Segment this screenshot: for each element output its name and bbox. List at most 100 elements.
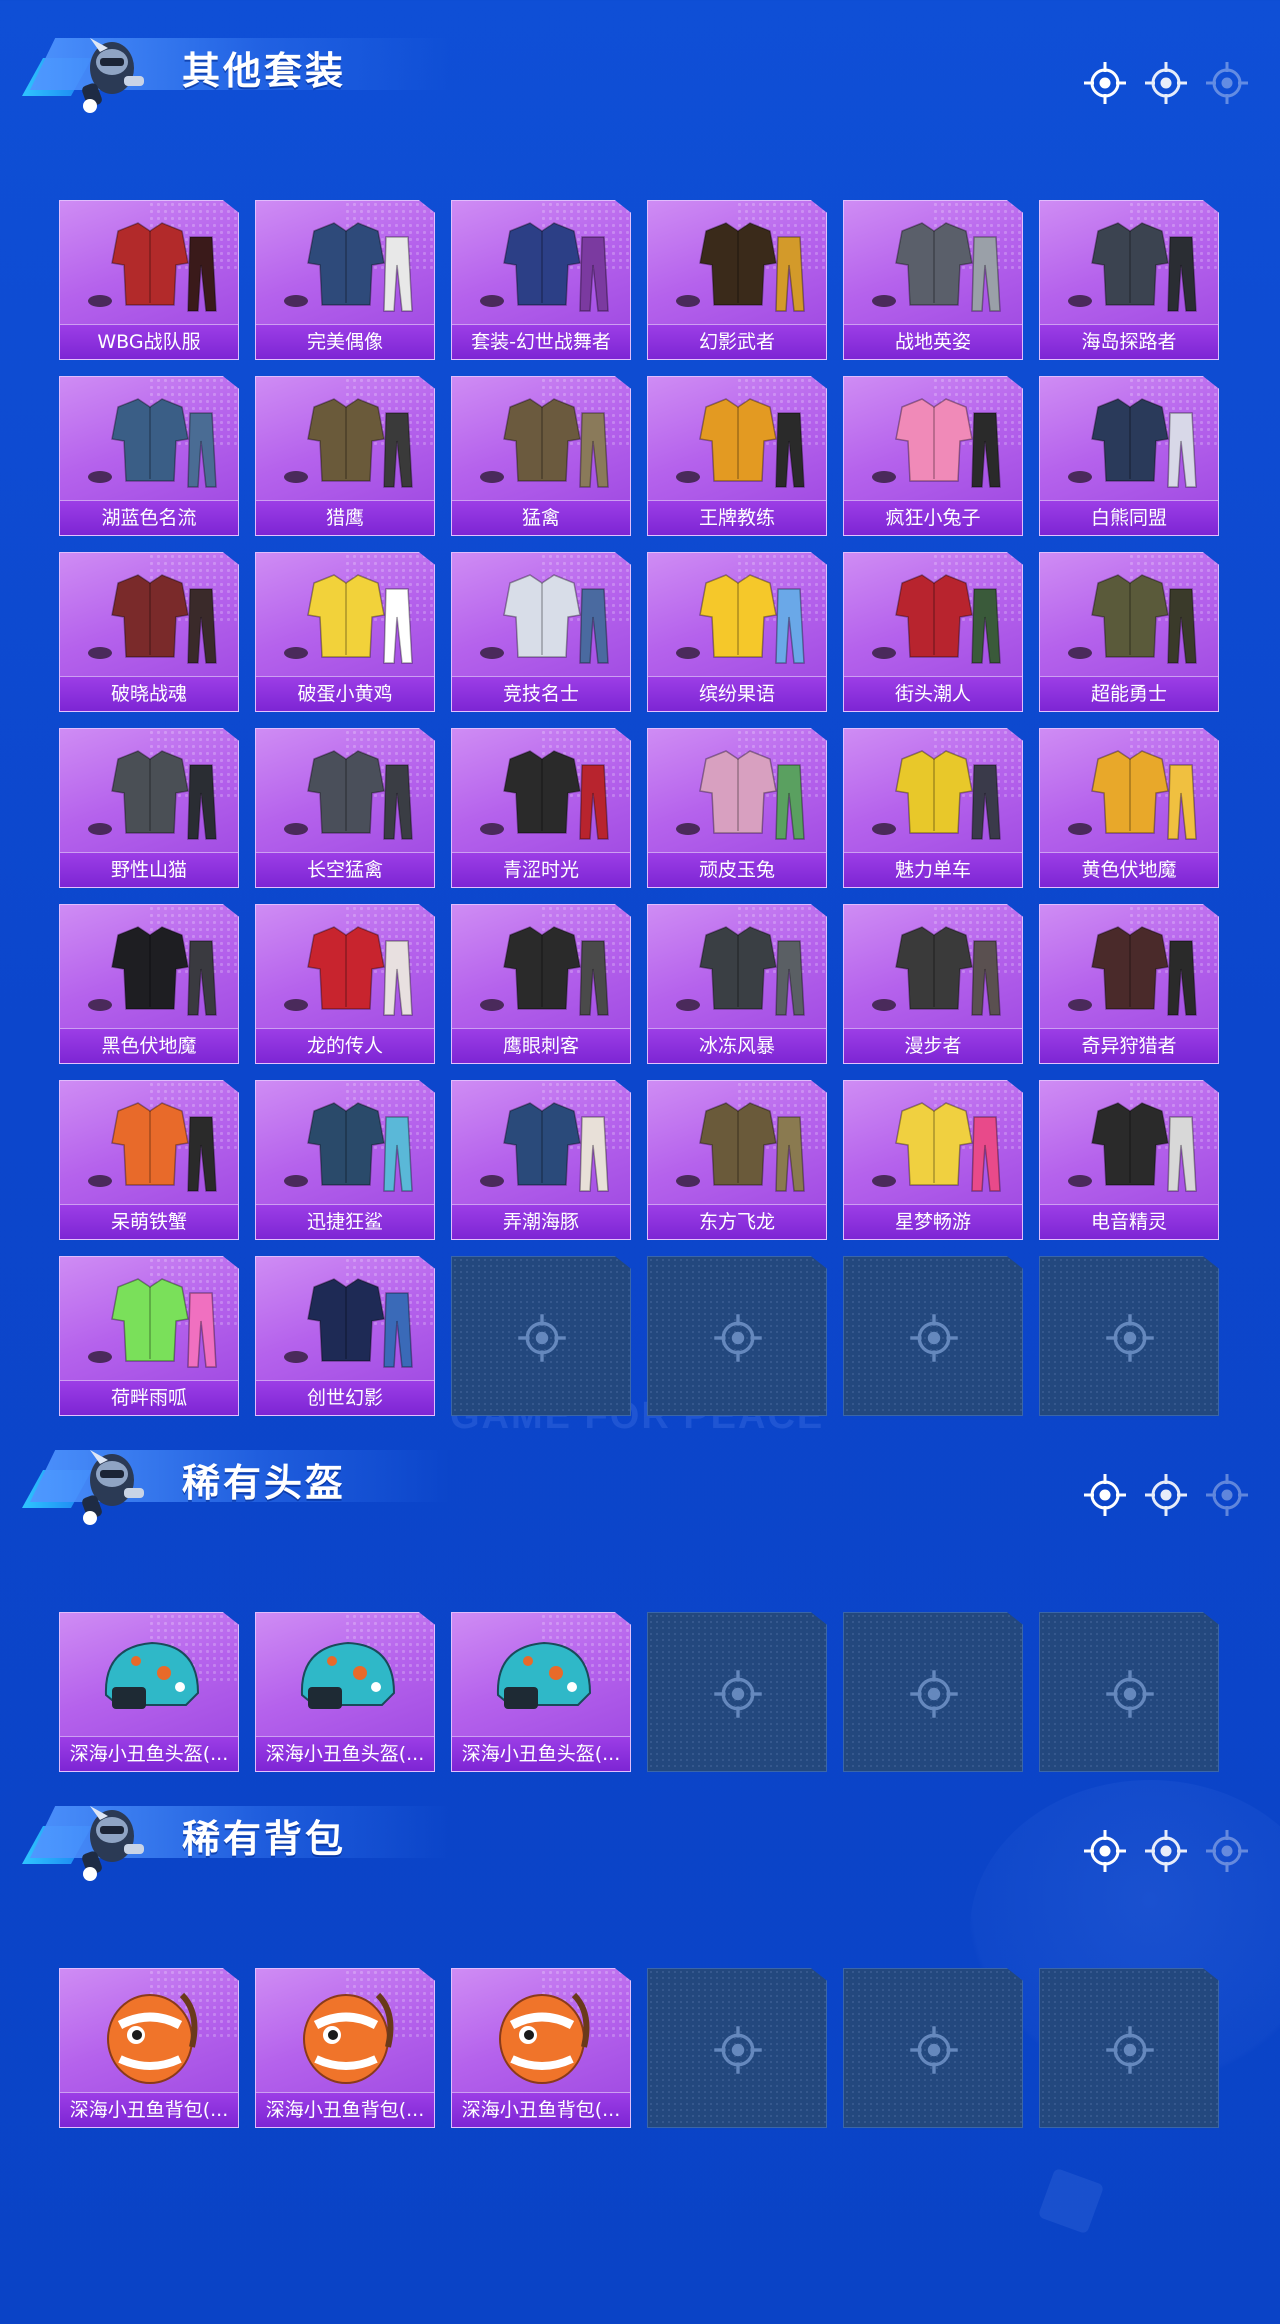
empty-slot	[647, 1612, 827, 1772]
item-name: 破蛋小黄鸡	[256, 676, 434, 711]
item-card[interactable]: 迅捷狂鲨	[255, 1080, 435, 1240]
crosshair-icon	[516, 1312, 568, 1364]
crosshair-icon	[1104, 1312, 1156, 1364]
item-card[interactable]: 漫步者	[843, 904, 1023, 1064]
empty-slot	[843, 1968, 1023, 2128]
item-name: 深海小丑鱼背包(...	[452, 2092, 630, 2127]
item-name: 青涩时光	[452, 852, 630, 887]
item-name: 竞技名士	[452, 676, 630, 711]
empty-slot	[647, 1256, 827, 1416]
helmet-image	[60, 1613, 238, 1739]
item-card[interactable]: 白熊同盟	[1039, 376, 1219, 536]
item-card[interactable]: 深海小丑鱼背包(...	[451, 1968, 631, 2128]
section-title: 其他套装	[182, 49, 347, 93]
item-card[interactable]: 黄色伏地魔	[1039, 728, 1219, 888]
outfit-image	[256, 553, 434, 679]
item-card[interactable]: 鹰眼刺客	[451, 904, 631, 1064]
item-card[interactable]: 深海小丑鱼头盔(...	[59, 1612, 239, 1772]
empty-slot	[843, 1256, 1023, 1416]
item-name: 深海小丑鱼头盔(...	[60, 1736, 238, 1771]
crosshair-icon	[908, 1668, 960, 1720]
item-name: 黄色伏地魔	[1040, 852, 1218, 887]
crosshair-icon	[1143, 60, 1189, 110]
header-icons	[1082, 1828, 1250, 1878]
item-card[interactable]: 疯狂小兔子	[843, 376, 1023, 536]
outfit-image	[844, 553, 1022, 679]
outfit-image	[648, 553, 826, 679]
item-card[interactable]: 猛禽	[451, 376, 631, 536]
item-card[interactable]: 完美偶像	[255, 200, 435, 360]
outfit-image	[256, 1257, 434, 1383]
outfit-image	[60, 553, 238, 679]
outfit-image	[452, 905, 630, 1031]
section-header: 稀有头盔	[0, 1412, 1280, 1532]
item-card[interactable]: 弄潮海豚	[451, 1080, 631, 1240]
item-card[interactable]: 青涩时光	[451, 728, 631, 888]
item-card[interactable]: 魅力单车	[843, 728, 1023, 888]
item-name: 猛禽	[452, 500, 630, 535]
item-card[interactable]: 海岛探路者	[1039, 200, 1219, 360]
item-card[interactable]: 猎鹰	[255, 376, 435, 536]
item-card[interactable]: 破蛋小黄鸡	[255, 552, 435, 712]
item-card[interactable]: 街头潮人	[843, 552, 1023, 712]
item-card[interactable]: 超能勇士	[1039, 552, 1219, 712]
crosshair-icon	[1082, 1472, 1128, 1522]
item-card[interactable]: 缤纷果语	[647, 552, 827, 712]
outfit-image	[452, 553, 630, 679]
outfit-image	[1040, 553, 1218, 679]
outfit-image	[452, 377, 630, 503]
outfit-image	[60, 1081, 238, 1207]
mascot-icon	[60, 18, 160, 118]
outfit-image	[452, 201, 630, 327]
item-card[interactable]: 竞技名士	[451, 552, 631, 712]
item-card[interactable]: 战地英姿	[843, 200, 1023, 360]
item-card[interactable]: 深海小丑鱼背包(...	[59, 1968, 239, 2128]
item-card[interactable]: 星梦畅游	[843, 1080, 1023, 1240]
item-card[interactable]: 深海小丑鱼头盔(...	[451, 1612, 631, 1772]
item-name: 街头潮人	[844, 676, 1022, 711]
item-name: 湖蓝色名流	[60, 500, 238, 535]
outfit-image	[452, 1081, 630, 1207]
item-card[interactable]: 冰冻风暴	[647, 904, 827, 1064]
item-card[interactable]: 东方飞龙	[647, 1080, 827, 1240]
item-card[interactable]: 湖蓝色名流	[59, 376, 239, 536]
outfit-image	[1040, 377, 1218, 503]
empty-slot	[1039, 1256, 1219, 1416]
item-name: 星梦畅游	[844, 1204, 1022, 1239]
item-card[interactable]: 套装-幻世战舞者	[451, 200, 631, 360]
item-card[interactable]: 王牌教练	[647, 376, 827, 536]
item-name: 呆萌铁蟹	[60, 1204, 238, 1239]
item-card[interactable]: 深海小丑鱼头盔(...	[255, 1612, 435, 1772]
crosshair-icon	[712, 2024, 764, 2076]
item-card[interactable]: 龙的传人	[255, 904, 435, 1064]
item-name: 深海小丑鱼头盔(...	[452, 1736, 630, 1771]
item-card[interactable]: 呆萌铁蟹	[59, 1080, 239, 1240]
item-card[interactable]: 奇异狩猎者	[1039, 904, 1219, 1064]
item-name: 破晓战魂	[60, 676, 238, 711]
item-card[interactable]: 电音精灵	[1039, 1080, 1219, 1240]
item-name: 战地英姿	[844, 324, 1022, 359]
item-card[interactable]: WBG战队服	[59, 200, 239, 360]
item-name: 黑色伏地魔	[60, 1028, 238, 1063]
item-card[interactable]: 深海小丑鱼背包(...	[255, 1968, 435, 2128]
crosshair-icon	[1143, 1828, 1189, 1878]
item-card[interactable]: 黑色伏地魔	[59, 904, 239, 1064]
item-card[interactable]: 创世幻影	[255, 1256, 435, 1416]
item-name: 创世幻影	[256, 1380, 434, 1415]
crosshair-icon	[712, 1668, 764, 1720]
item-name: 东方飞龙	[648, 1204, 826, 1239]
item-card[interactable]: 顽皮玉兔	[647, 728, 827, 888]
item-card[interactable]: 长空猛禽	[255, 728, 435, 888]
crosshair-icon	[1204, 60, 1250, 110]
item-card[interactable]: 荷畔雨呱	[59, 1256, 239, 1416]
outfit-image	[452, 729, 630, 855]
item-card[interactable]: 幻影武者	[647, 200, 827, 360]
item-name: 深海小丑鱼背包(...	[256, 2092, 434, 2127]
item-name: 荷畔雨呱	[60, 1380, 238, 1415]
item-card[interactable]: 破晓战魂	[59, 552, 239, 712]
outfit-image	[256, 201, 434, 327]
item-name: 鹰眼刺客	[452, 1028, 630, 1063]
section-other-outfits: 其他套装 WBG战队服 完美偶像 套装-幻世战舞者 幻影武者 战地英姿 海岛探路者湖蓝色名…	[0, 0, 1280, 1416]
header-icons	[1082, 1472, 1250, 1522]
item-card[interactable]: 野性山猫	[59, 728, 239, 888]
